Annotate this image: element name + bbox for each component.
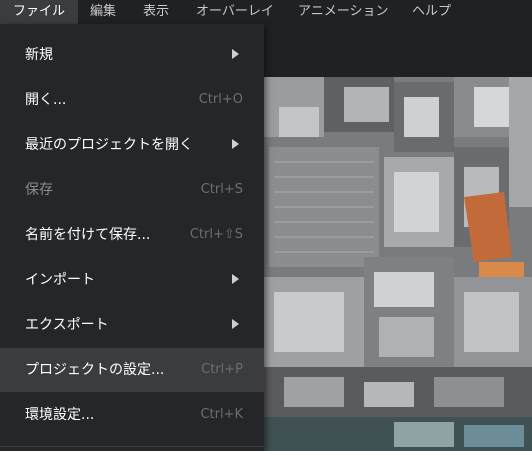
menu-item-label: エクスポート bbox=[25, 317, 109, 333]
menu-item-preferences[interactable]: 環境設定... Ctrl+K bbox=[0, 393, 264, 437]
menu-item-label: 開く... bbox=[25, 92, 67, 108]
menu-item-label: インポート bbox=[25, 272, 95, 288]
menu-item-label: 環境設定... bbox=[25, 407, 95, 423]
toolbar-strip bbox=[264, 24, 532, 77]
menu-help[interactable]: ヘルプ bbox=[412, 0, 451, 24]
menu-animation[interactable]: アニメーション bbox=[298, 0, 388, 24]
shortcut-label: Ctrl+⇧S bbox=[189, 227, 243, 242]
menu-item-label: 新規 bbox=[25, 47, 53, 63]
menu-item-save-as[interactable]: 名前を付けて保存... Ctrl+⇧S bbox=[0, 213, 264, 257]
menu-file[interactable]: ファイル bbox=[0, 0, 79, 24]
menu-bar: ファイル 編集 表示 オーバーレイ アニメーション ヘルプ bbox=[0, 0, 532, 24]
menu-divider bbox=[0, 446, 264, 447]
menu-item-project-settings[interactable]: プロジェクトの設定... Ctrl+P bbox=[0, 348, 264, 392]
submenu-arrow-icon bbox=[232, 139, 239, 149]
menu-overlay[interactable]: オーバーレイ bbox=[196, 0, 274, 24]
menu-item-import[interactable]: インポート bbox=[0, 258, 264, 302]
submenu-arrow-icon bbox=[232, 49, 239, 59]
aerial-city-image bbox=[264, 77, 532, 451]
menu-item-open[interactable]: 開く... Ctrl+O bbox=[0, 78, 264, 122]
shortcut-label: Ctrl+K bbox=[200, 407, 243, 422]
menu-item-save: 保存 Ctrl+S bbox=[0, 168, 264, 212]
shortcut-label: Ctrl+S bbox=[200, 182, 243, 197]
menu-item-label: 名前を付けて保存... bbox=[25, 227, 151, 243]
menu-item-label: 最近のプロジェクトを開く bbox=[25, 137, 193, 153]
shortcut-label: Ctrl+O bbox=[198, 92, 243, 107]
menu-item-open-recent[interactable]: 最近のプロジェクトを開く bbox=[0, 123, 264, 167]
file-menu-dropdown: 新規 開く... Ctrl+O 最近のプロジェクトを開く 保存 Ctrl+S 名… bbox=[0, 24, 264, 451]
submenu-arrow-icon bbox=[232, 274, 239, 284]
shortcut-label: Ctrl+P bbox=[201, 362, 243, 377]
menu-item-export[interactable]: エクスポート bbox=[0, 303, 264, 347]
menu-item-label: 保存 bbox=[25, 182, 53, 198]
map-view[interactable] bbox=[264, 77, 532, 451]
submenu-arrow-icon bbox=[232, 319, 239, 329]
menu-edit[interactable]: 編集 bbox=[90, 0, 116, 24]
menu-view[interactable]: 表示 bbox=[143, 0, 169, 24]
menu-item-label: プロジェクトの設定... bbox=[25, 362, 165, 378]
menu-item-new[interactable]: 新規 bbox=[0, 33, 264, 77]
